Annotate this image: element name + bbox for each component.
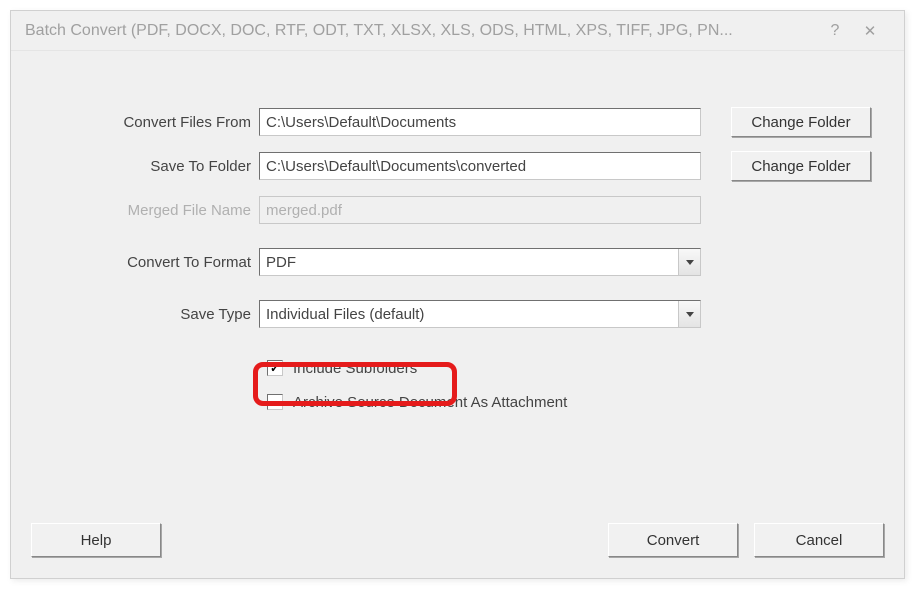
change-folder-to-button[interactable]: Change Folder: [731, 151, 871, 181]
change-folder-from-button[interactable]: Change Folder: [731, 107, 871, 137]
dialog-body: Convert Files From Change Folder Save To…: [11, 71, 904, 508]
chevron-down-icon: [678, 301, 700, 327]
save-to-input[interactable]: [259, 152, 701, 180]
save-to-label: Save To Folder: [11, 158, 259, 175]
save-type-value: Individual Files (default): [266, 306, 424, 323]
convert-format-label: Convert To Format: [11, 254, 259, 271]
convert-format-select[interactable]: PDF: [259, 248, 701, 276]
convert-button[interactable]: Convert: [608, 523, 738, 557]
window-title: Batch Convert (PDF, DOCX, DOC, RTF, ODT,…: [25, 22, 820, 40]
archive-source-label: Archive Source Document As Attachment: [293, 394, 567, 411]
save-type-label: Save Type: [11, 306, 259, 323]
convert-format-value: PDF: [266, 254, 296, 271]
titlebar: Batch Convert (PDF, DOCX, DOC, RTF, ODT,…: [11, 11, 904, 51]
include-subfolders-label: Include Subfolders: [293, 360, 417, 377]
bottom-bar: Help Convert Cancel: [11, 508, 904, 578]
cancel-button[interactable]: Cancel: [754, 523, 884, 557]
save-type-select[interactable]: Individual Files (default): [259, 300, 701, 328]
help-button[interactable]: Help: [31, 523, 161, 557]
merged-name-label: Merged File Name: [11, 202, 259, 219]
include-subfolders-checkbox[interactable]: [267, 360, 283, 376]
titlebar-help-button[interactable]: ?: [820, 22, 850, 40]
merged-name-input: [259, 196, 701, 224]
chevron-down-icon: [678, 249, 700, 275]
close-icon[interactable]: ✕: [850, 22, 890, 40]
batch-convert-dialog: Batch Convert (PDF, DOCX, DOC, RTF, ODT,…: [10, 10, 905, 579]
convert-from-input[interactable]: [259, 108, 701, 136]
convert-from-label: Convert Files From: [11, 114, 259, 131]
archive-source-checkbox[interactable]: [267, 394, 283, 410]
